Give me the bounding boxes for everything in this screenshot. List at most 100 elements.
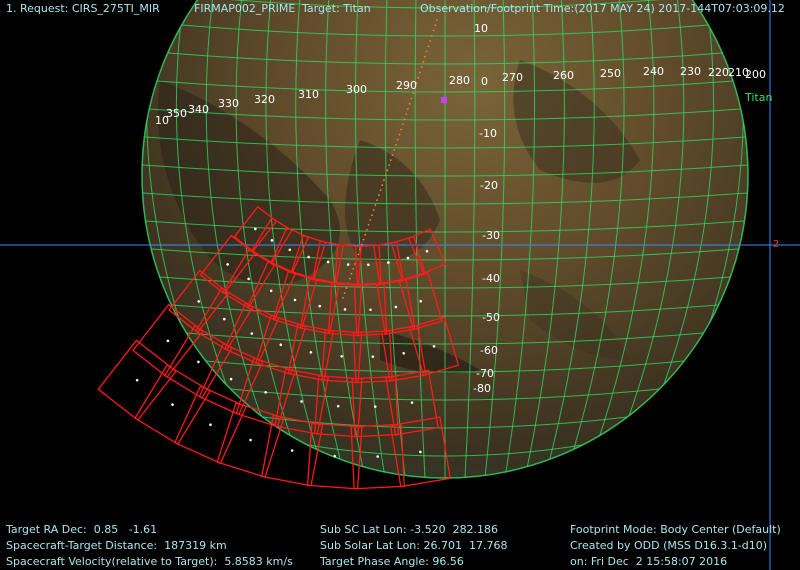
track-dot bbox=[350, 272, 353, 275]
track-dot bbox=[419, 71, 421, 74]
track-dot bbox=[400, 128, 402, 131]
lat-label: -40 bbox=[482, 272, 500, 285]
track-dot bbox=[357, 253, 360, 256]
footprint-center bbox=[166, 339, 170, 343]
lon-label: 310 bbox=[298, 88, 319, 101]
track-dot bbox=[425, 50, 428, 53]
lat-label: -70 bbox=[476, 367, 494, 380]
lat-label: 10 bbox=[474, 22, 488, 35]
lon-label: 350 bbox=[166, 107, 187, 120]
target-phase-angle: Target Phase Angle: 96.56 bbox=[320, 555, 464, 568]
footprint-box bbox=[173, 385, 247, 465]
track-dot bbox=[393, 149, 396, 151]
lon-label: 220 bbox=[708, 66, 729, 79]
track-dot bbox=[432, 29, 435, 32]
lat-label: -20 bbox=[480, 179, 498, 192]
footprint-mode: Footprint Mode: Body Center (Default) bbox=[570, 523, 781, 536]
track-dot bbox=[434, 24, 437, 27]
target-label: Target: Titan bbox=[302, 2, 371, 15]
lon-label: 200 bbox=[745, 68, 766, 81]
track-dot bbox=[354, 263, 356, 265]
lon-label: 320 bbox=[254, 93, 275, 106]
track-dot bbox=[384, 174, 387, 177]
track-dot bbox=[371, 214, 373, 217]
track-dot bbox=[364, 233, 367, 236]
lon-label: 340 bbox=[188, 103, 209, 116]
footprint-center bbox=[290, 449, 294, 452]
track-dot bbox=[422, 61, 425, 63]
track-dot bbox=[424, 55, 426, 58]
sub-sc-lat-lon: Sub SC Lat Lon: -3.520 282.186 bbox=[320, 523, 499, 536]
lon-label: 240 bbox=[643, 65, 664, 78]
track-dot bbox=[343, 292, 346, 294]
lon-label: 270 bbox=[502, 71, 523, 84]
track-dot bbox=[348, 277, 351, 280]
track-dot bbox=[396, 138, 399, 141]
lat-label: -50 bbox=[482, 311, 500, 324]
lon-label: 260 bbox=[553, 69, 574, 82]
footprint-center bbox=[249, 438, 252, 442]
footprint-center bbox=[209, 423, 212, 426]
sub-solar-lat-lon: Sub Solar Lat Lon: 26.701 17.768 bbox=[320, 539, 508, 552]
track-dot bbox=[427, 45, 430, 48]
lat-label: -60 bbox=[480, 344, 498, 357]
track-dot bbox=[386, 169, 389, 172]
track-dot bbox=[391, 154, 394, 156]
lon-label: 290 bbox=[396, 79, 417, 92]
lon-label: 230 bbox=[680, 65, 701, 78]
track-dot bbox=[420, 66, 423, 69]
track-dot bbox=[374, 204, 377, 207]
footprint-center bbox=[171, 403, 174, 406]
track-dot bbox=[369, 219, 372, 221]
spacecraft-velocity: Spacecraft Velocity(relative to Target):… bbox=[6, 555, 293, 568]
track-dot bbox=[417, 76, 420, 79]
lon-label: 330 bbox=[218, 97, 239, 110]
sub-spacecraft-marker bbox=[441, 97, 447, 103]
track-dot bbox=[398, 133, 401, 136]
lat-label: -10 bbox=[479, 127, 497, 140]
target-body-label: Titan bbox=[744, 91, 772, 104]
lat-label: -80 bbox=[473, 382, 491, 395]
footprint-center bbox=[135, 378, 139, 382]
footprint-box bbox=[97, 339, 177, 422]
track-dot bbox=[352, 268, 355, 270]
track-dot bbox=[412, 92, 414, 95]
request-label: 1. Request: CIRS_275TI_MIR bbox=[6, 2, 160, 15]
track-dot bbox=[376, 199, 378, 202]
lat-label: -30 bbox=[482, 229, 500, 242]
track-dot bbox=[383, 179, 385, 182]
track-dot bbox=[367, 224, 370, 226]
track-dot bbox=[408, 102, 411, 105]
footprint-viewport[interactable]: 10 350 340 330 320 310 300 290 280 270 2… bbox=[0, 0, 800, 570]
lon-label: 280 bbox=[449, 74, 470, 87]
lon-label: 250 bbox=[600, 67, 621, 80]
created-by: Created by ODD (MSS D16.3.1-d10) bbox=[570, 539, 768, 552]
track-dot bbox=[395, 143, 397, 146]
track-dot bbox=[431, 34, 433, 37]
track-dot bbox=[366, 228, 368, 231]
track-dot bbox=[405, 113, 408, 115]
track-dot bbox=[360, 243, 363, 246]
track-dot bbox=[403, 118, 406, 121]
track-dot bbox=[388, 164, 390, 167]
track-dot bbox=[345, 287, 348, 290]
track-dot bbox=[372, 209, 375, 212]
footprint-box bbox=[134, 364, 211, 446]
lon-label: 300 bbox=[346, 83, 367, 96]
request-name-partial: FIRMAP002_PRIME bbox=[194, 2, 296, 15]
track-dot bbox=[429, 40, 432, 42]
track-dot bbox=[401, 123, 404, 126]
track-dot bbox=[381, 184, 384, 187]
track-dot bbox=[362, 238, 365, 241]
track-dot bbox=[389, 159, 392, 162]
edge-marker: 2 bbox=[773, 239, 779, 250]
track-dot bbox=[379, 189, 382, 192]
created-on: on: Fri Dec 2 15:58:07 2016 bbox=[570, 555, 728, 568]
track-dot bbox=[407, 108, 409, 110]
observation-time: Observation/Footprint Time:(2017 MAY 24)… bbox=[420, 2, 785, 15]
track-dot bbox=[378, 194, 380, 197]
track-dot bbox=[410, 97, 413, 100]
lat-label: 0 bbox=[481, 75, 488, 88]
spacecraft-distance: Spacecraft-Target Distance: 187319 km bbox=[6, 539, 227, 552]
footprint-center bbox=[197, 360, 200, 364]
